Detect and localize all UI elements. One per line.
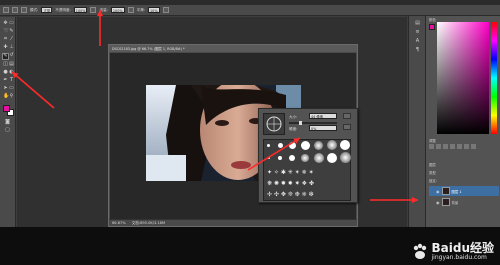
arrow-to-layers-head [412, 197, 418, 203]
baidu-paw-logo [413, 243, 426, 259]
arrow-to-brush-tool [11, 71, 55, 109]
watermark-brand: Baidu经验 [431, 241, 495, 255]
watermark: Baidu经验 jingyan.baidu.com [411, 241, 495, 261]
watermark-site: jingyan.baidu.com [431, 254, 487, 261]
arrow-to-brush-panel [247, 137, 301, 171]
foreground-color-swatch[interactable] [3, 105, 10, 112]
arrow-to-brush-size-head [97, 10, 103, 16]
annotation-arrows [11, 10, 418, 203]
